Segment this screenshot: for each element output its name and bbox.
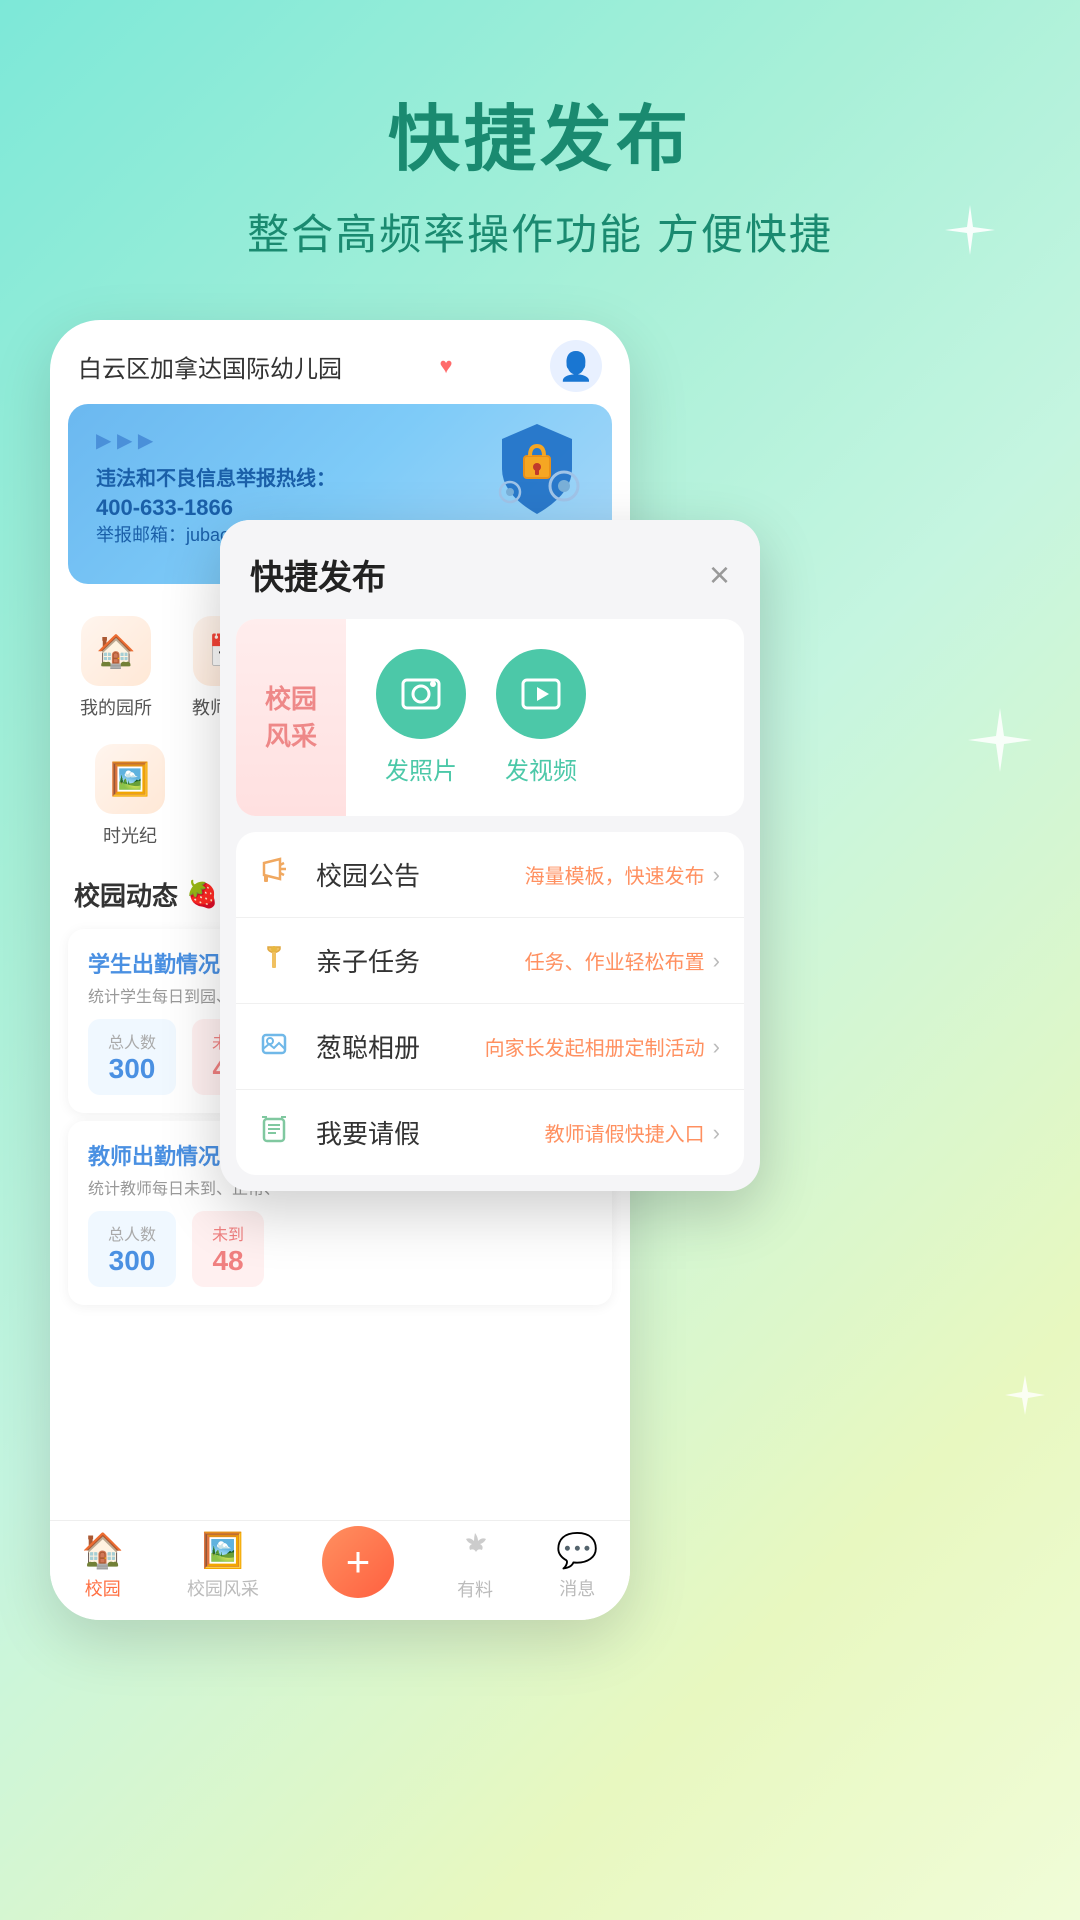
menu-label-moments: 时光纪: [103, 822, 157, 848]
teacher-total-stat: 总人数 300: [88, 1211, 176, 1287]
leave-arrow: ›: [713, 1120, 720, 1146]
nav-interesting-label: 有料: [457, 1576, 493, 1602]
announcement-desc: 海量模板，快速发布: [525, 860, 705, 889]
task-name: 亲子任务: [316, 942, 525, 979]
heart-icon: ♥: [439, 353, 452, 379]
nav-interesting[interactable]: 有料: [457, 1529, 493, 1602]
moments-icon: 🖼️: [95, 744, 165, 814]
album-icon: [260, 1029, 300, 1064]
nav-gallery-label: 校园风采: [187, 1575, 259, 1601]
nav-interesting-icon: [458, 1529, 492, 1572]
header: 快捷发布 整合高频率操作功能 方便快捷: [0, 0, 1080, 302]
sparkle-decoration-3: [1000, 1370, 1050, 1420]
modal-item-album[interactable]: 葱聪相册 向家长发起相册定制活动 ›: [236, 1004, 744, 1090]
album-name: 葱聪相册: [316, 1028, 485, 1065]
teacher-total-label: 总人数: [108, 1221, 156, 1245]
nav-message[interactable]: 💬 消息: [556, 1531, 598, 1601]
modal-item-leave[interactable]: 我要请假 教师请假快捷入口 ›: [236, 1090, 744, 1175]
send-video-label: 发视频: [505, 751, 577, 786]
task-arrow: ›: [713, 948, 720, 974]
menu-item-moments[interactable]: 🖼️ 时光纪: [60, 732, 200, 860]
teacher-absent-label: 未到: [212, 1221, 244, 1245]
nav-gallery-icon: 🖼️: [202, 1531, 244, 1571]
teacher-absent-value: 48: [212, 1245, 244, 1277]
send-video-icon: [496, 649, 586, 739]
announcement-name: 校园公告: [316, 856, 525, 893]
nav-campus-icon: 🏠: [82, 1531, 124, 1571]
teacher-total-value: 300: [108, 1245, 156, 1277]
student-total-value: 300: [108, 1053, 156, 1085]
menu-item-my-school[interactable]: 🏠 我的园所: [60, 604, 172, 732]
leave-icon: [260, 1115, 300, 1150]
announcement-icon: [260, 857, 300, 892]
nav-message-label: 消息: [559, 1575, 595, 1601]
modal-item-task[interactable]: 亲子任务 任务、作业轻松布置 ›: [236, 918, 744, 1004]
modal-list: 校园公告 海量模板，快速发布 › 亲子任务 任务、作业轻松布置 ›: [236, 832, 744, 1175]
bottom-navigation: 🏠 校园 🖼️ 校园风采 + 有料 💬 消息: [50, 1520, 630, 1620]
plus-icon: +: [346, 1538, 371, 1586]
nav-gallery[interactable]: 🖼️ 校园风采: [187, 1531, 259, 1601]
album-arrow: ›: [713, 1034, 720, 1060]
nav-campus[interactable]: 🏠 校园: [82, 1531, 124, 1601]
modal-send-video-btn[interactable]: 发视频: [496, 649, 586, 786]
modal-item-announcement[interactable]: 校园公告 海量模板，快速发布 ›: [236, 832, 744, 918]
teacher-attendance-stats: 总人数 300 未到 48: [88, 1211, 592, 1287]
leave-desc: 教师请假快捷入口: [545, 1118, 705, 1147]
menu-label-my-school: 我的园所: [80, 694, 152, 720]
strawberry-icon: 🍓: [186, 879, 218, 910]
leave-name: 我要请假: [316, 1114, 545, 1151]
nav-message-icon: 💬: [556, 1531, 598, 1571]
student-total-stat: 总人数 300: [88, 1019, 176, 1095]
album-desc: 向家长发起相册定制活动: [485, 1032, 705, 1061]
nav-plus[interactable]: +: [322, 1526, 394, 1606]
modal-title: 快捷发布: [250, 550, 386, 599]
modal-campus-section: 校园风采 发照片 发视频: [236, 619, 744, 816]
phone-top-bar: 白云区加拿达国际幼儿园 ♥ 👤: [50, 320, 630, 404]
modal-header: 快捷发布 ×: [220, 520, 760, 619]
page-title: 快捷发布: [0, 80, 1080, 185]
modal-campus-tab[interactable]: 校园风采: [236, 619, 346, 816]
sparkle-decoration-2: [960, 700, 1040, 780]
modal-send-photo-btn[interactable]: 发照片: [376, 649, 466, 786]
school-name: 白云区加拿达国际幼儿园: [78, 349, 342, 384]
send-photo-label: 发照片: [385, 751, 457, 786]
my-school-icon: 🏠: [81, 616, 151, 686]
modal-close-button[interactable]: ×: [709, 554, 730, 596]
task-icon: [260, 943, 300, 978]
page-subtitle: 整合高频率操作功能 方便快捷: [0, 201, 1080, 262]
nav-campus-label: 校园: [85, 1575, 121, 1601]
teacher-absent-stat: 未到 48: [192, 1211, 264, 1287]
avatar: 👤: [550, 340, 602, 392]
task-desc: 任务、作业轻松布置: [525, 946, 705, 975]
nav-plus-button[interactable]: +: [322, 1526, 394, 1598]
send-photo-icon: [376, 649, 466, 739]
modal-actions: 发照片 发视频: [346, 619, 744, 816]
student-total-label: 总人数: [108, 1029, 156, 1053]
announcement-arrow: ›: [713, 862, 720, 888]
quick-publish-modal: 快捷发布 × 校园风采 发照片: [220, 520, 760, 1191]
